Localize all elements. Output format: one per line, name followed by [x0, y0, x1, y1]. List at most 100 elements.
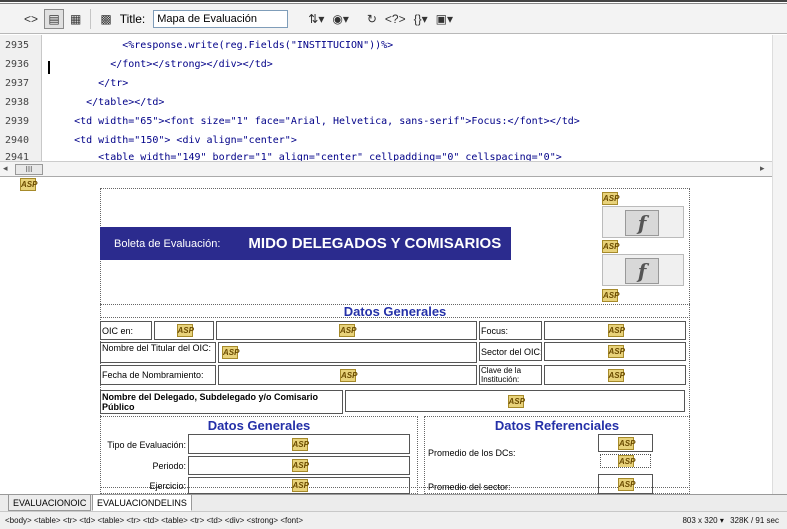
design-vertical-scrollbar[interactable]	[772, 178, 787, 494]
asp-icon: ASP	[602, 192, 620, 205]
refresh-icon[interactable]: ↻	[365, 9, 379, 29]
boleta-banner: Boleta de Evaluación: MIDO DELEGADOS Y C…	[100, 227, 511, 260]
line-number: 2939	[5, 116, 30, 127]
split-view-icon[interactable]: ▤	[44, 8, 65, 29]
asp-icon: ASP	[176, 324, 194, 337]
asp-icon: ASP	[618, 455, 636, 467]
boleta-label: Boleta de Evaluación:	[114, 237, 221, 250]
preview-browser-icon[interactable]: ◉▾	[330, 9, 351, 29]
status-bar: <body> <table> <tr> <td> <table> <tr> <t…	[0, 511, 787, 529]
code-view-icon[interactable]: <>	[22, 9, 40, 29]
field-cell[interactable]: ASP	[544, 365, 686, 385]
section-title: Datos Generales	[207, 418, 311, 433]
field-cell[interactable]: ASP	[188, 456, 410, 475]
asp-icon: ASP	[291, 437, 309, 451]
window-size-dropdown-icon[interactable]: ▾	[720, 516, 724, 525]
field-cell[interactable]: ASP	[345, 390, 685, 412]
flash-object[interactable]: f	[602, 254, 684, 286]
flash-icon: f	[625, 258, 659, 284]
code-line: </tr>	[50, 78, 129, 89]
label-cell: Promedio del sector:	[428, 482, 511, 492]
code-line: <td width="65"><font size="1" face="Aria…	[50, 116, 580, 127]
code-horizontal-scrollbar[interactable]: ◂ III ▸	[0, 161, 772, 177]
view-options-icon[interactable]: ▣▾	[434, 9, 455, 29]
asp-icon: ASP	[291, 459, 309, 472]
asp-icon: ASP	[507, 394, 525, 408]
asp-icon: ASP	[618, 477, 636, 491]
code-navigation-icon[interactable]: <?>	[383, 9, 408, 29]
tab-evaluacionoic[interactable]: EVALUACIONOIC	[8, 494, 92, 511]
toolbar-separator	[90, 8, 92, 29]
asp-icon: ASP	[602, 289, 620, 302]
asp-icon: ASP	[291, 479, 309, 492]
asp-icon: ASP	[339, 324, 357, 337]
code-vertical-scrollbar[interactable]	[772, 35, 787, 180]
label-cell: Promedio de los DCs:	[428, 448, 516, 458]
file-info: 328K / 91 sec	[730, 516, 779, 525]
line-number: 2935	[5, 40, 30, 51]
line-number: 2940	[5, 135, 30, 146]
field-cell[interactable]: ASP	[154, 321, 214, 340]
asp-icon: ASP	[607, 324, 625, 337]
label-cell: Periodo:	[152, 461, 186, 471]
scroll-right-icon[interactable]: ▸	[760, 163, 765, 174]
section-title: Datos Generales	[343, 304, 447, 319]
design-pane[interactable]: ASP Boleta de Evaluación: MIDO DELEGADOS…	[0, 178, 787, 494]
field-cell[interactable]: ASP	[218, 365, 477, 385]
asp-icon: ASP	[602, 240, 620, 253]
field-cell[interactable]: ASP	[218, 342, 477, 363]
live-data-icon[interactable]: ▩	[98, 9, 113, 29]
code-pane[interactable]: 2935 2936 2937 2938 2939 2940 2941 <%res…	[0, 35, 787, 161]
flash-icon: f	[625, 210, 659, 236]
field-cell[interactable]: ASP	[544, 321, 686, 340]
text-cursor	[48, 61, 50, 74]
file-management-icon[interactable]: ⇅▾	[306, 9, 326, 29]
line-number: 2938	[5, 97, 30, 108]
tab-evaluaciondelins[interactable]: EVALUACIONDELINS	[92, 494, 192, 511]
window-size[interactable]: 803 x 320	[682, 516, 717, 525]
tag-selector[interactable]: <body> <table> <tr> <td> <table> <tr> <t…	[5, 516, 303, 525]
asp-icon: ASP	[607, 345, 625, 358]
field-cell[interactable]: ASP	[598, 474, 653, 494]
asp-icon: ASP	[20, 178, 38, 191]
section-title: Datos Referenciales	[494, 418, 620, 433]
code-line: <table width="149" border="1" align="cen…	[50, 152, 562, 161]
code-line: <%response.write(reg.Fields("INSTITUCION…	[50, 40, 394, 51]
field-cell[interactable]: ASP	[188, 434, 410, 454]
document-toolbar: <> ▤ ▦ ▩ Title: ⇅▾ ◉▾ ↻ <?> {}▾ ▣▾	[0, 4, 787, 34]
label-cell: Nombre del Delegado, Subdelegado y/o Com…	[100, 390, 343, 414]
code-line: </table></td>	[50, 97, 165, 108]
design-view-icon[interactable]: ▦	[68, 9, 83, 29]
label-cell: Clave de la Institución:	[479, 365, 542, 385]
asp-icon: ASP	[618, 436, 636, 450]
field-cell[interactable]: ASP	[544, 342, 686, 361]
field-cell[interactable]: ASP	[598, 434, 653, 452]
label-cell: Fecha de Nombramiento:	[100, 365, 216, 385]
field-cell[interactable]: ASP	[188, 477, 410, 494]
line-number: 2936	[5, 59, 30, 70]
scroll-thumb[interactable]: III	[15, 164, 43, 175]
boleta-title: MIDO DELEGADOS Y COMISARIOS	[248, 235, 502, 252]
asp-icon: ASP	[222, 346, 240, 359]
code-line: <td width="150"> <div align="center">	[50, 135, 297, 146]
title-input[interactable]	[153, 9, 289, 28]
flash-object[interactable]: f	[602, 206, 684, 238]
braces-icon[interactable]: {}▾	[412, 9, 430, 29]
field-cell[interactable]: ASP	[216, 321, 477, 340]
label-cell: OIC en:	[100, 321, 152, 340]
line-number: 2937	[5, 78, 30, 89]
asp-icon: ASP	[340, 368, 358, 382]
label-cell: Sector del OIC:	[479, 342, 542, 361]
line-number: 2941	[5, 152, 30, 161]
label-cell: Ejercicio:	[149, 481, 186, 491]
document-tabs: EVALUACIONOIC EVALUACIONDELINS	[0, 494, 787, 511]
status-right: 803 x 320 ▾ 328K / 91 sec	[682, 516, 779, 525]
field-cell[interactable]: ASP	[600, 454, 651, 468]
code-line: </font></strong></div></td>	[50, 59, 273, 70]
label-cell: Tipo de Evaluación:	[107, 440, 186, 450]
label-cell: Nombre del Titular del OIC:	[100, 342, 216, 363]
label-cell: Focus:	[479, 321, 542, 340]
scroll-left-icon[interactable]: ◂	[3, 163, 8, 174]
asp-icon: ASP	[607, 368, 625, 382]
title-label: Title:	[119, 11, 146, 26]
